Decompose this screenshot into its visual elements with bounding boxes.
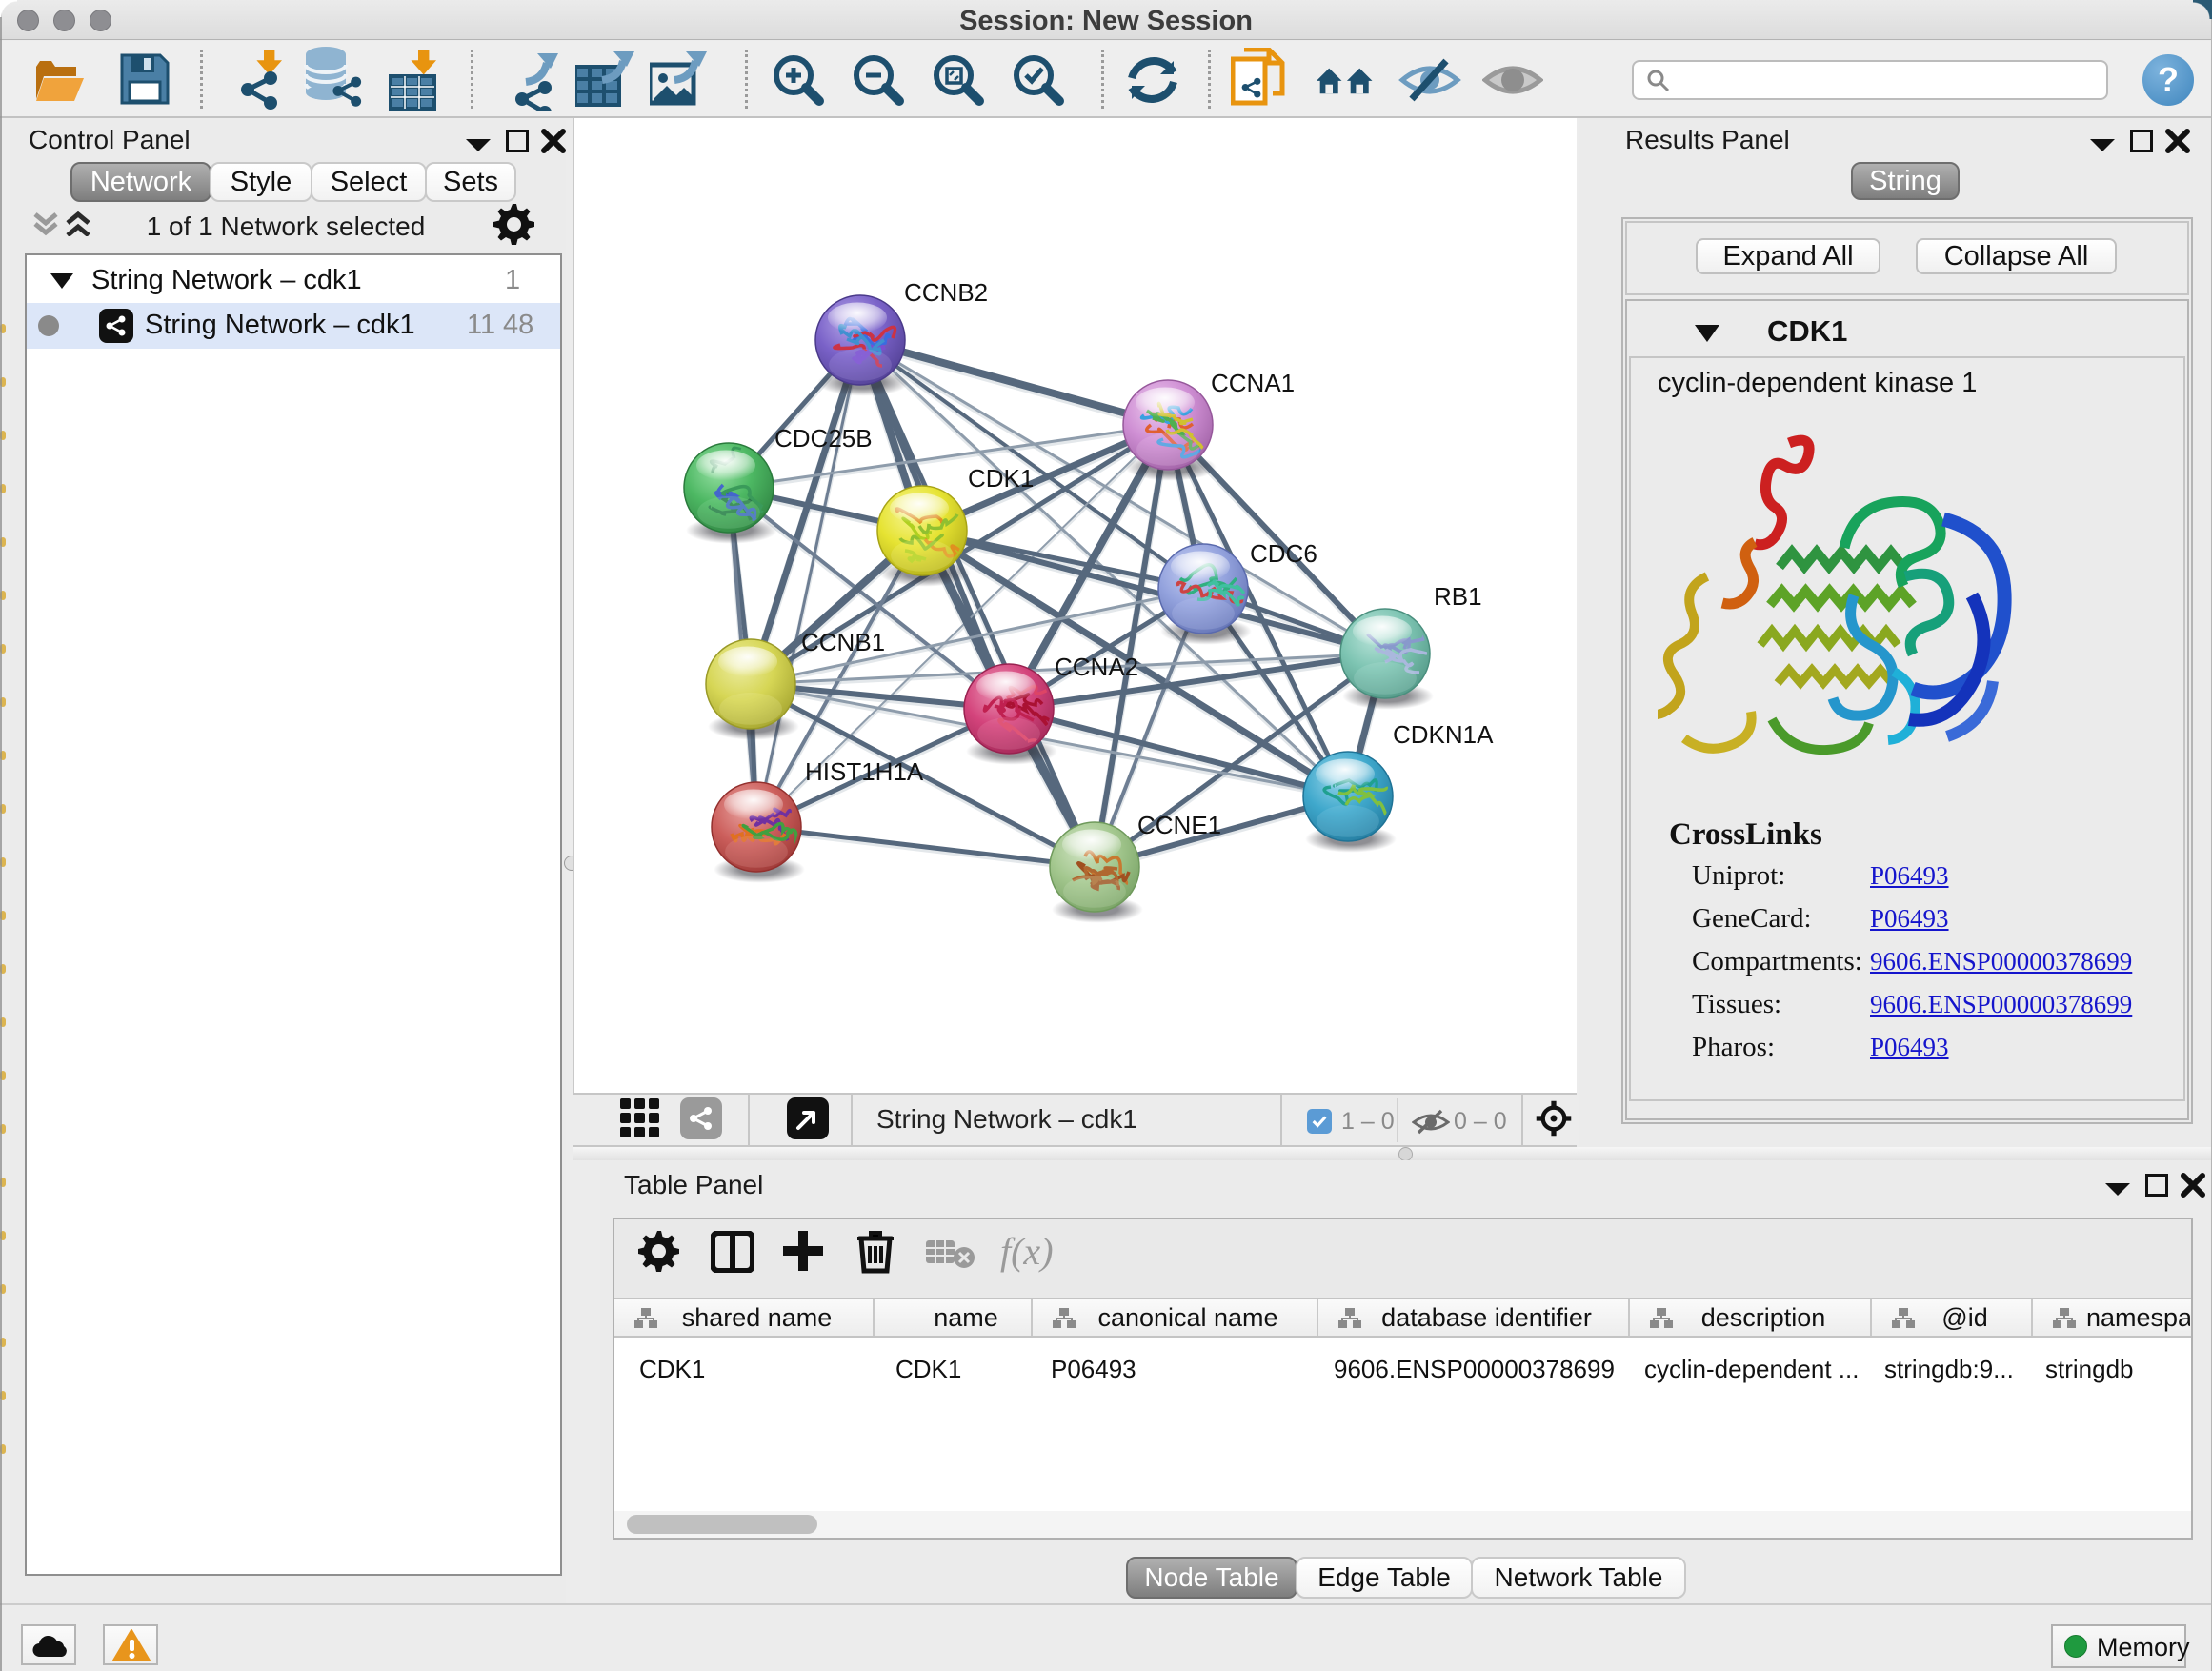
svg-text:CDC6: CDC6 [1250, 539, 1317, 568]
svg-text:CCNA2: CCNA2 [1055, 653, 1138, 681]
svg-text:HIST1H1A: HIST1H1A [805, 757, 924, 786]
svg-text:CCNB2: CCNB2 [904, 278, 988, 307]
svg-text:CDC25B: CDC25B [774, 424, 873, 453]
svg-text:CCNB1: CCNB1 [801, 628, 885, 656]
svg-text:RB1: RB1 [1434, 582, 1482, 611]
svg-text:CCNA1: CCNA1 [1211, 369, 1295, 397]
svg-text:CCNE1: CCNE1 [1137, 811, 1221, 839]
svg-text:CDKN1A: CDKN1A [1393, 720, 1494, 749]
svg-text:CDK1: CDK1 [968, 464, 1034, 493]
